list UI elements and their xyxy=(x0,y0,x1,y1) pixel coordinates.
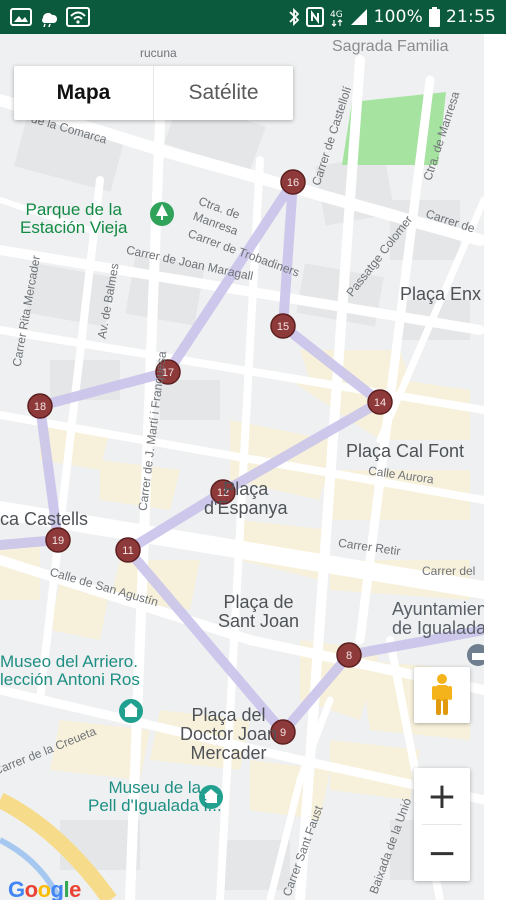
svg-text:4G: 4G xyxy=(330,10,343,20)
google-logo: Google xyxy=(8,877,81,900)
place-label-enx: Plaça Enx xyxy=(400,284,482,304)
wifi-icon xyxy=(66,7,90,27)
place-label-sant-joan: Plaça de Sant Joan xyxy=(218,592,300,631)
image-icon xyxy=(10,8,32,26)
route-marker[interactable]: 14 xyxy=(367,389,393,415)
map-type-mapa-button[interactable]: Mapa xyxy=(14,66,154,120)
status-bar: 4G 100% 21:55 xyxy=(0,0,506,34)
weather-icon xyxy=(38,7,60,27)
bluetooth-icon xyxy=(288,7,300,27)
signal-icon xyxy=(350,8,368,26)
place-label-espanya: Plaça d'Espanya xyxy=(204,479,288,518)
route-marker-label: 16 xyxy=(287,177,299,189)
poi-label-pell: Museu de la Pell d'Igualada i... xyxy=(88,778,222,815)
place-label-cal-font: Plaça Cal Font xyxy=(346,441,465,461)
place-label-ayuntamiento: Ayuntamiento de Igualada xyxy=(392,599,484,638)
route-marker[interactable]: 8 xyxy=(336,642,362,668)
town-hall-icon[interactable] xyxy=(467,644,484,666)
route-marker[interactable]: 19 xyxy=(45,527,71,553)
route-marker-label: 9 xyxy=(280,727,286,739)
place-label-castells: ca Castells xyxy=(0,509,89,529)
nfc-icon xyxy=(305,7,324,27)
museum-icon[interactable] xyxy=(119,699,143,723)
route-marker-label: 14 xyxy=(374,397,386,409)
battery-icon xyxy=(429,7,440,27)
route-marker-label: 15 xyxy=(277,321,289,333)
zoom-in-button[interactable]: + xyxy=(414,768,470,824)
zoom-control: + − xyxy=(414,768,470,881)
street-label: rucuna xyxy=(140,46,177,60)
status-right-icons: 4G 100% 21:55 xyxy=(288,7,496,27)
network-type: 4G xyxy=(330,7,344,27)
route-marker-label: 8 xyxy=(346,650,352,662)
map-type-toggle[interactable]: Mapa Satélite xyxy=(14,66,293,120)
zoom-out-button[interactable]: − xyxy=(414,825,470,881)
street-label-carrer-del: Carrer del xyxy=(422,564,476,578)
clock: 21:55 xyxy=(446,7,496,27)
route-marker-label: 18 xyxy=(34,401,46,413)
street-view-pegman-button[interactable] xyxy=(414,667,470,723)
status-left-icons xyxy=(10,7,90,27)
place-label-sagrada: Sagrada Familia xyxy=(332,38,449,55)
right-edge-strip xyxy=(484,34,506,900)
park-label: Parque de la Estación Vieja xyxy=(20,200,128,237)
poi-label-arriero: Museo del Arriero. lección Antoni Ros xyxy=(0,652,140,689)
route-marker[interactable]: 11 xyxy=(115,537,141,563)
map-canvas[interactable]: 891112141516171819 xyxy=(0,34,484,900)
route-marker-label: 11 xyxy=(122,545,133,557)
route-marker[interactable]: 16 xyxy=(280,169,306,195)
park-icon[interactable] xyxy=(150,202,174,226)
map-view[interactable]: 8 9 11 12 14 15 16 17 18 19 rucuna Sagrada Famili… xyxy=(0,34,484,900)
route-marker[interactable]: 15 xyxy=(270,313,296,339)
route-marker[interactable]: 18 xyxy=(27,393,53,419)
place-label-doctor: Plaça del Doctor Joan Mercader xyxy=(180,705,278,763)
battery-percent: 100% xyxy=(373,7,423,27)
map-type-satelite-button[interactable]: Satélite xyxy=(154,66,293,120)
pegman-icon xyxy=(432,674,452,715)
route-marker-label: 19 xyxy=(52,535,64,547)
